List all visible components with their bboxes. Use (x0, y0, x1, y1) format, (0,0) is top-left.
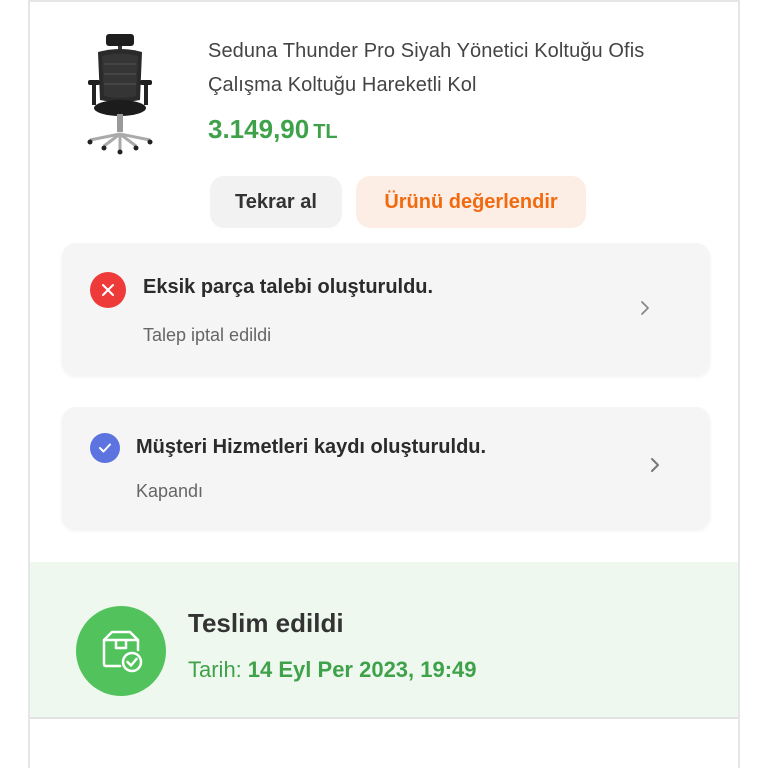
request-card-customer-service[interactable]: Müşteri Hizmetleri kaydı oluşturuldu. Ka… (62, 407, 710, 529)
check-icon (90, 433, 120, 463)
price-currency: TL (313, 121, 338, 143)
product-title-line: Seduna Thunder Pro Siyah Yönetici Koltuğ… (208, 40, 645, 62)
reorder-button[interactable]: Tekrar al (210, 176, 342, 228)
delivery-date: Tarih: 14 Eyl Per 2023, 19:49 (188, 657, 477, 683)
price-value: 3.149,90 (208, 114, 310, 144)
delivery-date-value: 14 Eyl Per 2023, 19:49 (247, 657, 477, 682)
product-title[interactable]: Seduna Thunder Pro Siyah Yönetici Koltuğ… (208, 34, 718, 102)
office-chair-icon[interactable] (82, 30, 158, 156)
product-title-line: Çalışma Koltuğu Hareketli Kol (208, 74, 477, 96)
section-divider (30, 717, 738, 719)
panel-top-border (30, 0, 738, 2)
request-status: Talep iptal edildi (143, 325, 272, 345)
close-icon (90, 272, 126, 308)
delivery-status-title: Teslim edildi (188, 608, 344, 638)
product-price: 3.149,90 TL (208, 114, 338, 145)
order-detail-panel: Seduna Thunder Pro Siyah Yönetici Koltuğ… (28, 0, 740, 768)
chevron-right-icon (638, 299, 652, 317)
request-title: Müşteri Hizmetleri kaydı oluşturuldu. (136, 436, 487, 458)
request-title: Eksik parça talebi oluşturuldu. (143, 276, 434, 298)
delivery-status-section: Teslim edildi Tarih: 14 Eyl Per 2023, 19:… (30, 562, 738, 718)
chevron-right-icon (648, 456, 662, 474)
request-status: Kapandı (136, 481, 204, 501)
package-delivered-icon (76, 606, 166, 696)
delivery-date-label: Tarih: (188, 657, 242, 682)
review-product-button[interactable]: Ürünü değerlendir (356, 176, 586, 228)
request-card-missing-part[interactable]: Eksik parça talebi oluşturuldu. Talep ip… (62, 243, 710, 375)
